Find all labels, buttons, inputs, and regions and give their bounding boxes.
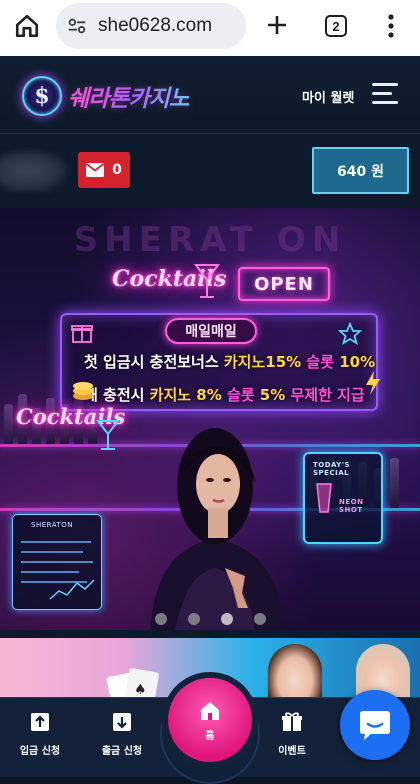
home-icon bbox=[201, 701, 219, 720]
hamburger-icon[interactable] bbox=[372, 83, 398, 105]
promo-title: 매일매일 bbox=[165, 318, 257, 344]
carousel-dot[interactable] bbox=[253, 613, 266, 625]
balance-button[interactable]: 640 원 bbox=[312, 147, 409, 194]
promo-line-2: 재 충전시 카지노 8% 슬롯 5% 무제한 지급 bbox=[84, 386, 365, 404]
open-sign: OPEN bbox=[238, 267, 330, 301]
lightning-icon bbox=[366, 371, 380, 395]
live-chat-button[interactable] bbox=[340, 690, 410, 760]
menu-board-title: SHERATON bbox=[31, 521, 73, 529]
cocktail-glass-icon bbox=[194, 264, 220, 298]
deposit-icon bbox=[31, 713, 49, 731]
logo-text: 쉐라톤카지노 bbox=[68, 79, 190, 113]
sheraton-menu-board: SHERATON bbox=[12, 514, 102, 610]
site-settings-icon[interactable] bbox=[66, 15, 88, 37]
more-vert-icon[interactable] bbox=[386, 13, 396, 39]
nav-event[interactable]: 이벤트 bbox=[252, 710, 332, 770]
nav-deposit-label: 입금 신청 bbox=[19, 746, 61, 757]
nav-withdraw[interactable]: 출금 신청 bbox=[82, 710, 162, 770]
carousel-dot[interactable] bbox=[154, 613, 167, 625]
coins-icon bbox=[73, 382, 93, 400]
svg-text:♠: ♠ bbox=[134, 682, 147, 698]
gift-icon bbox=[282, 712, 302, 731]
mail-count: 0 bbox=[112, 162, 122, 178]
logo-badge: $ bbox=[22, 76, 62, 116]
site-logo[interactable]: $ 쉐라톤카지노 bbox=[22, 74, 210, 118]
new-tab-plus-icon[interactable] bbox=[266, 14, 288, 36]
cocktail-glass-icon bbox=[96, 420, 120, 450]
home-icon[interactable] bbox=[14, 13, 40, 39]
star-icon bbox=[338, 322, 362, 345]
bartender-illustration bbox=[150, 428, 285, 630]
carousel-dot-active[interactable] bbox=[220, 613, 233, 625]
menu-chart-icon bbox=[49, 579, 95, 600]
envelope-icon bbox=[86, 163, 105, 177]
todays-special-label: TODAY'S SPECIAL bbox=[313, 461, 351, 477]
home-button[interactable]: 홈 bbox=[168, 678, 252, 762]
blurred-username bbox=[0, 150, 68, 192]
banner-watermark: SHERAT ON bbox=[73, 220, 347, 260]
nav-withdraw-label: 출금 신청 bbox=[101, 746, 143, 757]
promo-banner[interactable]: SHERAT ON Cocktails OPEN 매일매일 첫 입금시 충전보너… bbox=[0, 208, 420, 630]
promo-line-1: 첫 입금시 충전보너스 카지노15% 슬롯 10% bbox=[84, 353, 376, 371]
user-bar: 0 640 원 bbox=[0, 134, 420, 208]
tab-count: 2 bbox=[332, 18, 340, 34]
browser-toolbar: she0628.com 2 bbox=[0, 0, 420, 56]
carousel-dots[interactable] bbox=[150, 613, 270, 625]
neon-shot-label: NEON SHOT bbox=[339, 498, 364, 514]
shot-glass-icon bbox=[316, 483, 332, 513]
nav-deposit[interactable]: 입금 신청 bbox=[0, 710, 80, 770]
gift-icon bbox=[71, 325, 93, 343]
withdraw-icon bbox=[113, 713, 131, 731]
carousel-dot[interactable] bbox=[187, 613, 200, 625]
site-header: $ 쉐라톤카지노 마이 월렛 bbox=[0, 56, 420, 134]
mail-button[interactable]: 0 bbox=[78, 152, 130, 188]
home-label: 홈 bbox=[205, 730, 215, 742]
nav-event-label: 이벤트 bbox=[278, 746, 306, 757]
chat-bubble-icon bbox=[360, 711, 390, 740]
tab-switcher-icon[interactable]: 2 bbox=[325, 15, 347, 37]
url-text[interactable]: she0628.com bbox=[98, 15, 212, 37]
todays-special-screen: TODAY'S SPECIAL NEON SHOT bbox=[303, 452, 383, 544]
my-wallet-link[interactable]: 마이 월렛 bbox=[302, 87, 354, 106]
address-bar[interactable]: she0628.com bbox=[56, 3, 246, 49]
